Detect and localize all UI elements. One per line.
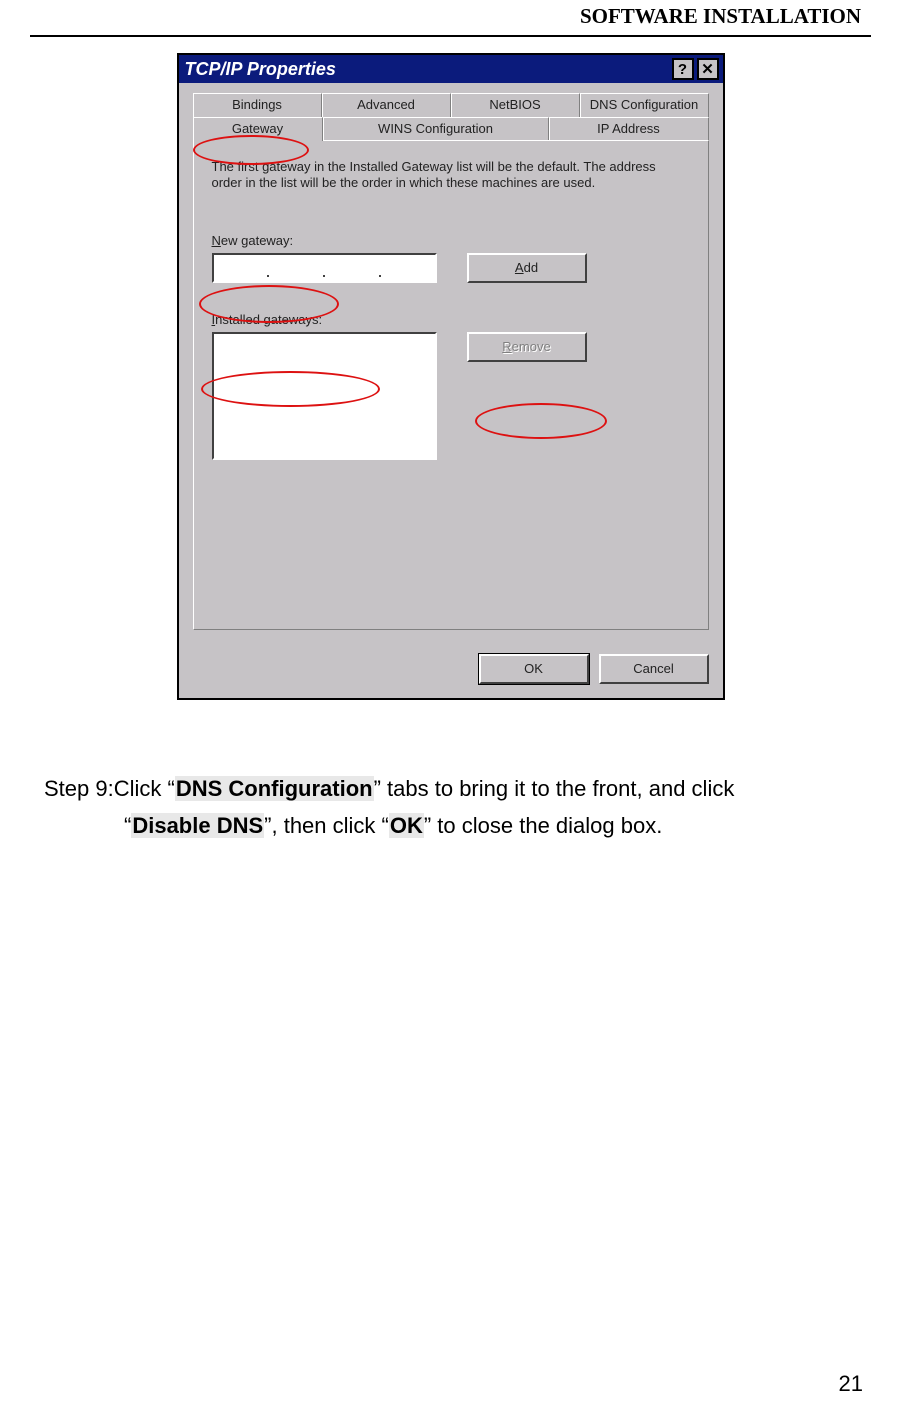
tcpip-properties-dialog: TCP/IP Properties ? ✕ Bindings Advanced …	[177, 53, 725, 700]
step-text-part: ” tabs to bring it to the front, and cli…	[374, 776, 735, 801]
new-gateway-input[interactable]	[212, 253, 437, 283]
step-text-part: ”, then click “	[264, 813, 389, 838]
add-button[interactable]: Add	[467, 253, 587, 283]
tabs-row-back: Bindings Advanced NetBIOS DNS Configurat…	[193, 93, 709, 117]
dialog-titlebar[interactable]: TCP/IP Properties ? ✕	[179, 55, 723, 83]
installed-gateways-list[interactable]	[212, 332, 437, 460]
cancel-button[interactable]: Cancel	[599, 654, 709, 684]
close-button[interactable]: ✕	[697, 58, 719, 80]
step-text-part: Step 9:Click “	[44, 776, 175, 801]
gateway-tab-panel: The first gateway in the Installed Gatew…	[193, 140, 709, 630]
ok-button[interactable]: OK	[479, 654, 589, 684]
tab-dns-configuration[interactable]: DNS Configuration	[580, 93, 709, 117]
highlight-disable-dns: Disable DNS	[131, 813, 264, 838]
dialog-title: TCP/IP Properties	[185, 59, 669, 80]
tab-advanced[interactable]: Advanced	[322, 93, 451, 117]
page-number: 21	[839, 1371, 863, 1397]
tab-wins-configuration[interactable]: WINS Configuration	[323, 117, 549, 141]
installed-gateways-label: Installed gateways:	[212, 312, 323, 327]
tab-bindings[interactable]: Bindings	[193, 93, 322, 117]
tabs-row-front: Gateway WINS Configuration IP Address	[193, 117, 709, 141]
page-header: SOFTWARE INSTALLATION	[30, 0, 871, 35]
instruction-step-9: Step 9:Click “DNS Configuration” tabs to…	[44, 770, 861, 845]
header-rule	[30, 35, 871, 37]
tab-gateway[interactable]: Gateway	[193, 117, 323, 141]
help-button[interactable]: ?	[672, 58, 694, 80]
tab-ip-address[interactable]: IP Address	[549, 117, 709, 141]
tab-netbios[interactable]: NetBIOS	[451, 93, 580, 117]
gateway-help-text: The first gateway in the Installed Gatew…	[212, 159, 690, 192]
new-gateway-label: New gateway:	[212, 233, 294, 248]
highlight-dns-configuration: DNS Configuration	[175, 776, 374, 801]
remove-button[interactable]: Remove	[467, 332, 587, 362]
dialog-footer: OK Cancel	[179, 644, 723, 698]
step-text-part: ” to close the dialog box.	[424, 813, 662, 838]
highlight-ok: OK	[389, 813, 424, 838]
